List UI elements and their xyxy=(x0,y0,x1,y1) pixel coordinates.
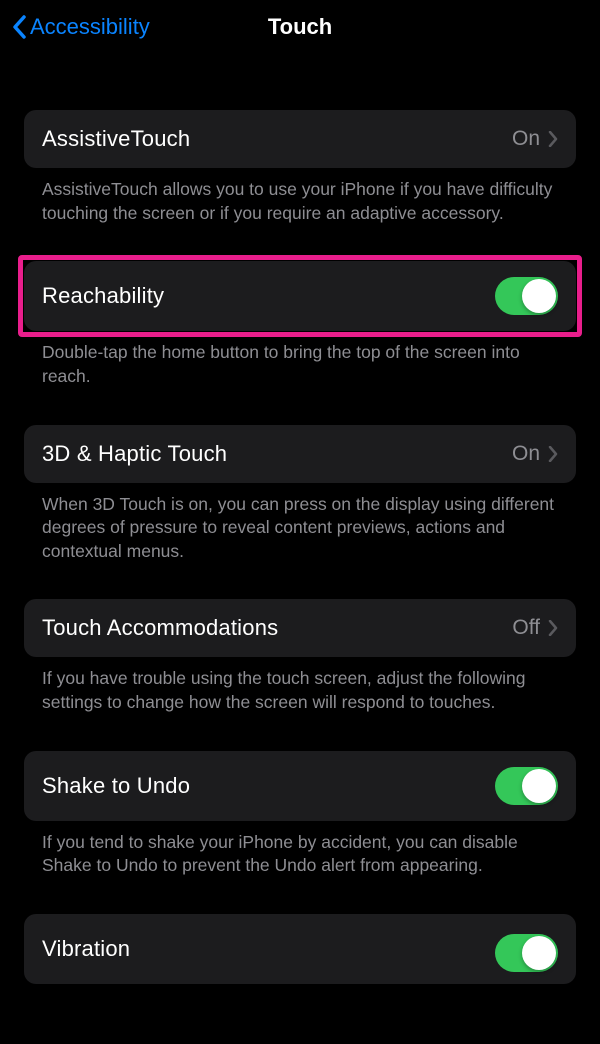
row-accommodations[interactable]: Touch Accommodations Off xyxy=(24,599,576,657)
chevron-right-icon xyxy=(548,131,558,147)
chevron-right-icon xyxy=(548,620,558,636)
section-assistive-touch: AssistiveTouch On AssistiveTouch allows … xyxy=(24,110,576,225)
section-shake: Shake to Undo If you tend to shake your … xyxy=(24,751,576,878)
row-label: 3D & Haptic Touch xyxy=(42,441,227,467)
row-reachability[interactable]: Reachability xyxy=(24,261,576,331)
toggle-knob xyxy=(522,936,556,970)
footer-haptic: When 3D Touch is on, you can press on th… xyxy=(24,483,576,564)
row-value: Off xyxy=(512,616,540,640)
toggle-knob xyxy=(522,279,556,313)
chevron-right-icon xyxy=(548,446,558,462)
toggle-shake[interactable] xyxy=(495,767,558,805)
section-reachability: Reachability Double-tap the home button … xyxy=(24,261,576,388)
row-label: Shake to Undo xyxy=(42,773,190,799)
footer-accommodations: If you have trouble using the touch scre… xyxy=(24,657,576,714)
footer-reachability: Double-tap the home button to bring the … xyxy=(24,331,576,388)
row-shake[interactable]: Shake to Undo xyxy=(24,751,576,821)
row-value: On xyxy=(512,127,540,151)
row-label: AssistiveTouch xyxy=(42,126,190,152)
row-label: Touch Accommodations xyxy=(42,615,278,641)
highlight-reachability: Reachability xyxy=(24,261,576,331)
row-right: On xyxy=(512,442,558,466)
footer-shake: If you tend to shake your iPhone by acci… xyxy=(24,821,576,878)
row-right: Off xyxy=(512,616,558,640)
footer-assistive-touch: AssistiveTouch allows you to use your iP… xyxy=(24,168,576,225)
row-haptic[interactable]: 3D & Haptic Touch On xyxy=(24,425,576,483)
back-button[interactable]: Accessibility xyxy=(12,14,150,40)
row-value: On xyxy=(512,442,540,466)
section-accommodations: Touch Accommodations Off If you have tro… xyxy=(24,599,576,714)
nav-header: Accessibility Touch xyxy=(0,0,600,58)
back-label: Accessibility xyxy=(30,14,150,40)
toggle-vibration[interactable] xyxy=(495,934,558,972)
chevron-left-icon xyxy=(12,15,26,39)
content: AssistiveTouch On AssistiveTouch allows … xyxy=(0,58,600,984)
toggle-reachability[interactable] xyxy=(495,277,558,315)
row-label: Reachability xyxy=(42,283,164,309)
row-vibration[interactable]: Vibration xyxy=(24,914,576,984)
section-haptic: 3D & Haptic Touch On When 3D Touch is on… xyxy=(24,425,576,564)
section-vibration: Vibration xyxy=(24,914,576,984)
row-label: Vibration xyxy=(42,936,130,962)
page-title: Touch xyxy=(268,14,332,40)
row-right: On xyxy=(512,127,558,151)
toggle-knob xyxy=(522,769,556,803)
row-assistive-touch[interactable]: AssistiveTouch On xyxy=(24,110,576,168)
